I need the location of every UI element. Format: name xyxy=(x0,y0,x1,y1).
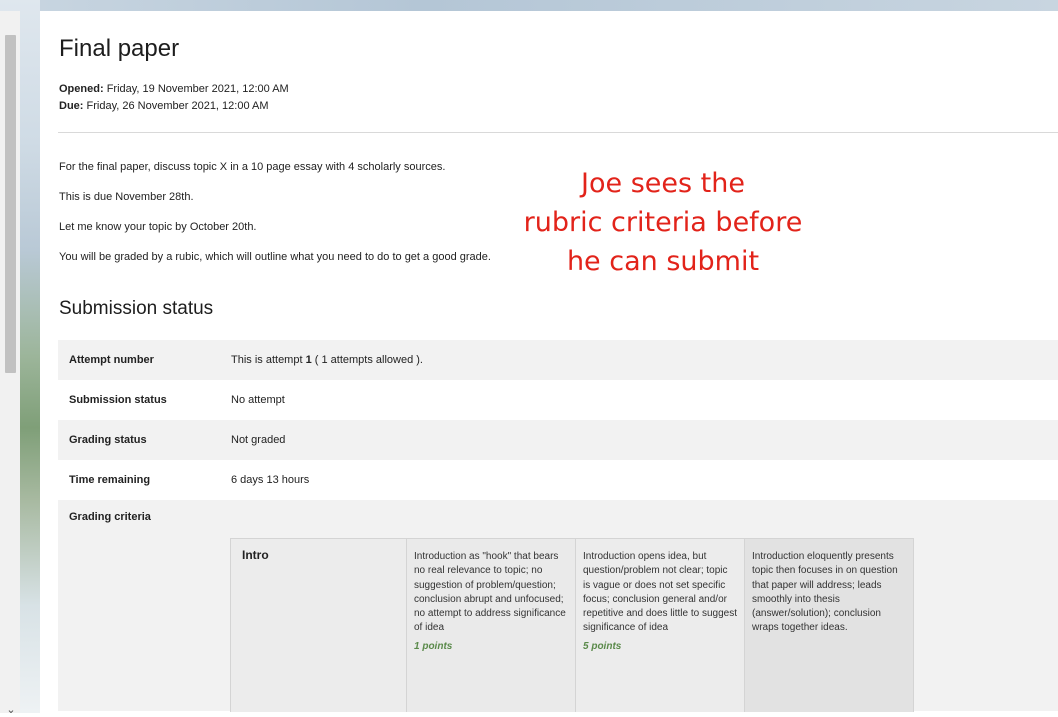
description-paragraph: For the final paper, discuss topic X in … xyxy=(59,161,446,173)
table-row: Attempt number This is attempt 1 ( 1 att… xyxy=(58,340,1058,380)
opened-label: Opened: xyxy=(59,83,104,95)
scrollbar-thumb[interactable] xyxy=(5,35,16,373)
due-date: Due: Friday, 26 November 2021, 12:00 AM xyxy=(59,98,289,115)
rubric-level: Introduction as "hook" that bears no rea… xyxy=(407,539,576,712)
opened-date: Opened: Friday, 19 November 2021, 12:00 … xyxy=(59,81,289,98)
row-label: Submission status xyxy=(69,394,167,406)
row-label: Time remaining xyxy=(69,474,151,486)
row-value: No attempt xyxy=(231,394,285,406)
opened-value: Friday, 19 November 2021, 12:00 AM xyxy=(106,83,289,95)
assignment-dates: Opened: Friday, 19 November 2021, 12:00 … xyxy=(59,81,289,115)
divider xyxy=(58,132,1058,133)
description-paragraph: Let me know your topic by October 20th. xyxy=(59,221,257,233)
attempt-text-post: ( 1 attempts allowed ). xyxy=(311,354,423,366)
annotation-callout: Joe sees the rubric criteria before he c… xyxy=(498,164,828,281)
row-label: Attempt number xyxy=(69,354,154,366)
submission-status-heading: Submission status xyxy=(59,298,214,319)
table-row: Time remaining 6 days 13 hours xyxy=(58,460,1058,500)
assignment-description: For the final paper, discuss topic X in … xyxy=(59,161,491,281)
row-value: This is attempt 1 ( 1 attempts allowed )… xyxy=(231,354,423,366)
due-label: Due: xyxy=(59,100,84,112)
annotation-line: Joe sees the xyxy=(581,168,745,199)
row-value: 6 days 13 hours xyxy=(231,474,310,486)
table-row: Grading status Not graded xyxy=(58,420,1058,460)
rubric-level: Introduction opens idea, but question/pr… xyxy=(576,539,745,712)
header-banner xyxy=(0,0,1058,11)
table-row: Submission status No attempt xyxy=(58,380,1058,420)
description-paragraph: This is due November 28th. xyxy=(59,191,194,203)
level-description: Introduction eloquently presents topic t… xyxy=(752,551,898,634)
description-paragraph: You will be graded by a rubic, which wil… xyxy=(59,251,491,263)
row-value: Not graded xyxy=(231,434,286,446)
level-points: 1 points xyxy=(414,640,453,652)
level-description: Introduction opens idea, but question/pr… xyxy=(583,551,737,634)
level-points: 5 points xyxy=(583,640,622,652)
submission-status-table: Attempt number This is attempt 1 ( 1 att… xyxy=(58,340,1058,712)
chevron-down-icon[interactable]: ⌄ xyxy=(5,703,17,717)
scrollbar[interactable]: ⌄ xyxy=(0,11,20,716)
rubric-level: Introduction eloquently presents topic t… xyxy=(745,539,913,712)
rubric-criterion: Intro xyxy=(231,539,407,712)
row-label: Grading criteria xyxy=(69,511,151,523)
assignment-card: Final paper Opened: Friday, 19 November … xyxy=(41,11,1058,713)
due-value: Friday, 26 November 2021, 12:00 AM xyxy=(86,100,269,112)
level-description: Introduction as "hook" that bears no rea… xyxy=(414,551,566,634)
attempt-text-pre: This is attempt xyxy=(231,354,306,366)
annotation-line: he can submit xyxy=(566,246,760,277)
grading-criteria-row: Grading criteria Intro Introduction as "… xyxy=(58,500,1058,712)
annotation-line: rubric criteria before xyxy=(523,207,803,238)
row-label: Grading status xyxy=(69,434,147,446)
rubric-table: Intro Introduction as "hook" that bears … xyxy=(230,538,914,712)
page-title: Final paper xyxy=(59,35,180,62)
